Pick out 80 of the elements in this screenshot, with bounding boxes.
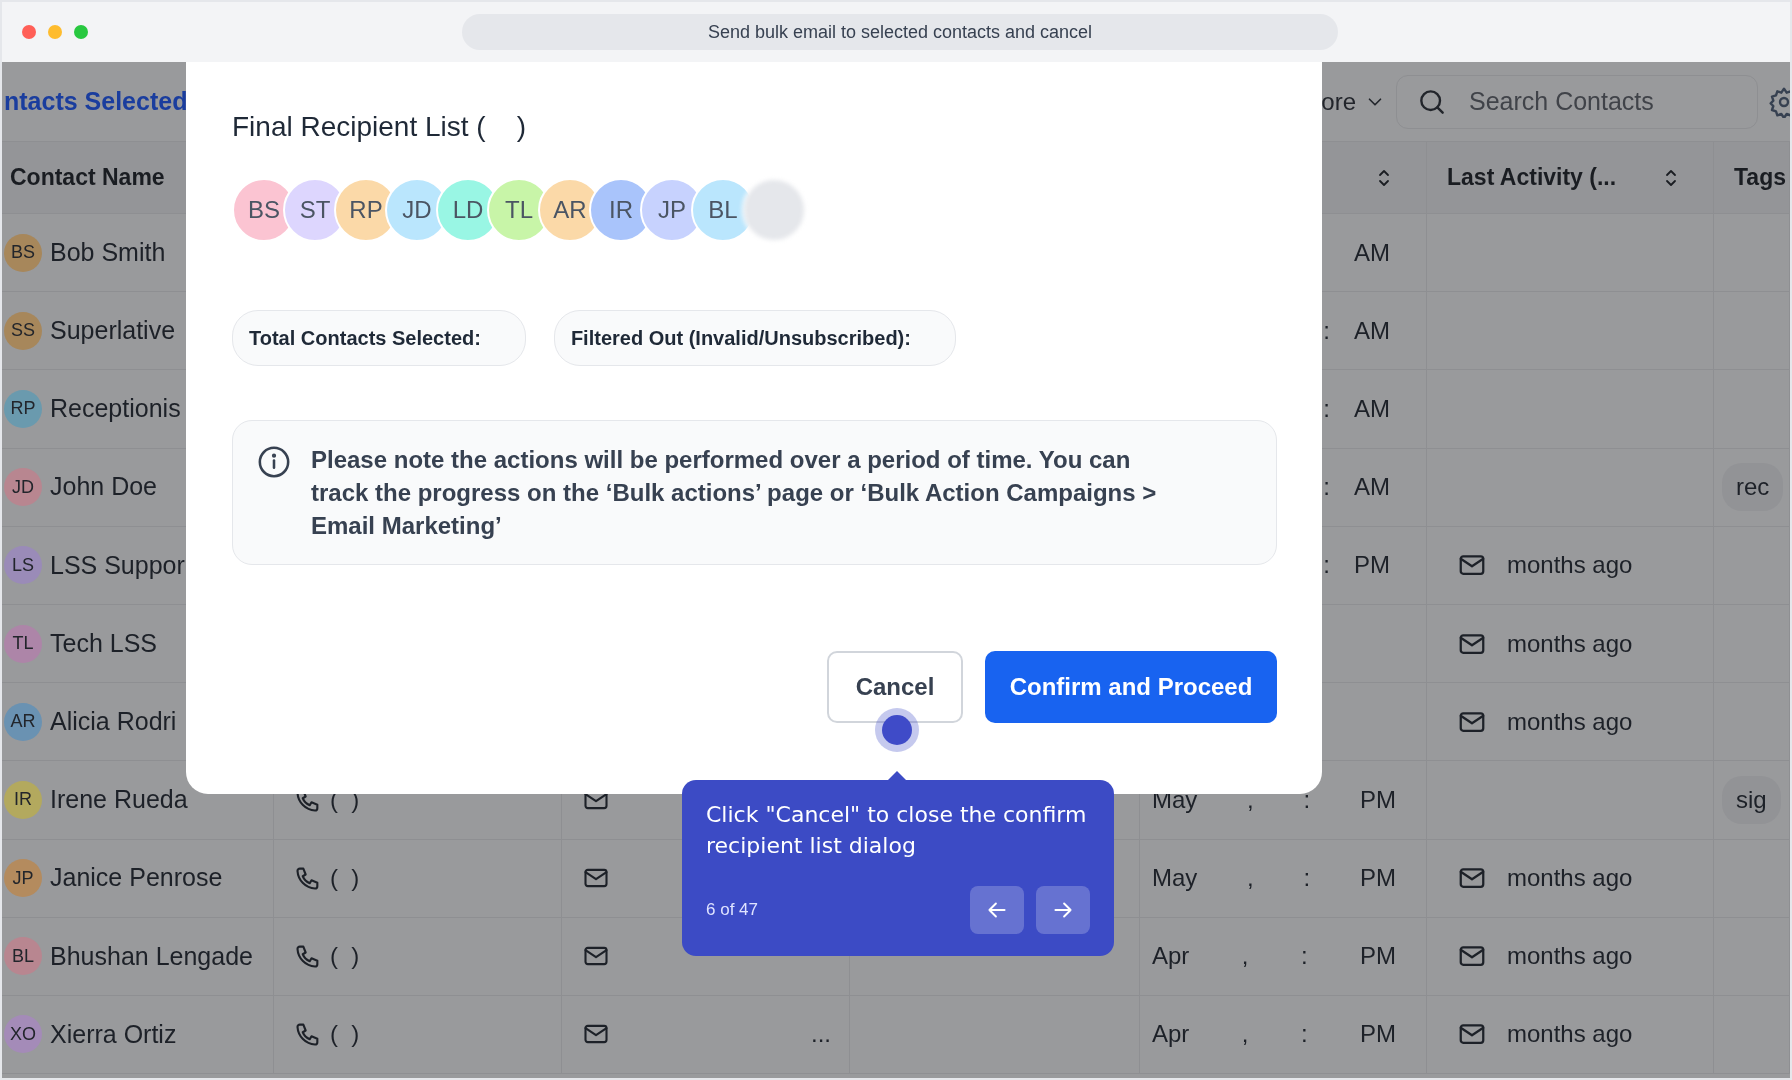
date-text: , xyxy=(1247,863,1254,894)
date-text: AM xyxy=(1354,237,1390,268)
date-text: : xyxy=(1303,863,1311,894)
date-text: : xyxy=(1323,472,1330,503)
last-activity-text: months ago xyxy=(1507,941,1633,972)
date-text: PM xyxy=(1354,550,1390,581)
settings-icon xyxy=(1768,85,1790,118)
contact-name[interactable]: Irene Rueda xyxy=(50,781,188,819)
date-text: , xyxy=(1247,784,1254,815)
last-activity-text: months ago xyxy=(1507,628,1633,659)
date-text: : xyxy=(1323,393,1330,424)
contact-name[interactable]: Xierra Ortiz xyxy=(50,1015,177,1054)
step-counter: 6 of 47 xyxy=(706,898,758,921)
stat-pill: Filtered Out (Invalid/Unsubscribed): xyxy=(553,309,956,366)
column-header: Tags xyxy=(1734,163,1786,193)
date-text: , xyxy=(1241,941,1249,972)
maximize-button[interactable] xyxy=(74,25,88,39)
avatar: SS xyxy=(4,311,42,350)
avatar: XO xyxy=(4,1015,42,1054)
info-icon xyxy=(257,444,291,479)
date-text: : xyxy=(1323,315,1330,346)
date-text: , xyxy=(1241,1019,1249,1050)
tag: rec xyxy=(1722,463,1784,512)
contact-name[interactable]: John Doe xyxy=(50,468,158,506)
phone-number: ( ) xyxy=(330,941,360,972)
date-text: Apr xyxy=(1152,941,1190,972)
date-text: PM xyxy=(1359,1019,1396,1050)
notice-text: Please note the actions will be performed over a period of time. You can track the progress on the ‘Bulk actions’ page or ‘Bulk Action Campaigns > Email Marketing’ xyxy=(311,444,1158,541)
stat-pill: Total Contacts Selected: xyxy=(232,309,526,366)
email-ellipsis: ... xyxy=(811,1019,831,1050)
tag: sig xyxy=(1722,775,1781,824)
minimize-button[interactable] xyxy=(48,25,62,39)
phone-number: ( ) xyxy=(330,863,360,894)
last-activity-text: months ago xyxy=(1507,863,1633,894)
next-button[interactable] xyxy=(1036,885,1090,934)
last-activity-text: months ago xyxy=(1507,706,1633,737)
date-text: Apr xyxy=(1152,1019,1190,1050)
cancel-button[interactable]: Cancel xyxy=(827,650,963,723)
avatar: RP xyxy=(4,389,42,428)
date-text: AM xyxy=(1354,315,1390,346)
contact-name[interactable]: Alicia Rodri xyxy=(50,702,177,741)
last-activity-text: months ago xyxy=(1507,1019,1633,1050)
last-activity-text: months ago xyxy=(1507,550,1633,581)
search-field[interactable]: Search Contacts xyxy=(1396,74,1758,129)
date-text: May xyxy=(1152,863,1198,894)
contact-name[interactable]: Janice Penrose xyxy=(50,859,223,897)
avatar: JD xyxy=(4,468,42,507)
contacts-selected-link[interactable]: ntacts Selected xyxy=(4,82,188,121)
date-text: AM xyxy=(1354,472,1390,503)
date-text: : xyxy=(1300,941,1308,972)
date-text: : xyxy=(1303,784,1311,815)
column-header: Contact Name xyxy=(10,163,165,193)
phone-number: ( ) xyxy=(330,1019,360,1050)
avatar: BL xyxy=(4,937,42,976)
confirm-button[interactable]: Confirm and Proceed xyxy=(985,650,1277,723)
more-menu[interactable]: ore xyxy=(1321,83,1386,120)
avatar: JP xyxy=(4,859,42,898)
tooltip-text: Click "Cancel" to close the confirm recipient list dialog xyxy=(706,801,1088,860)
date-text: PM xyxy=(1360,784,1396,815)
date-text: PM xyxy=(1359,941,1396,972)
date-text: : xyxy=(1323,550,1330,581)
avatar: IR xyxy=(4,780,42,819)
avatar: BS xyxy=(4,233,42,272)
avatar: LS xyxy=(4,546,42,585)
contact-name[interactable]: Receptionis xyxy=(50,390,181,428)
contact-name[interactable]: Bhushan Lengade xyxy=(50,937,253,976)
date-text: : xyxy=(1300,1019,1308,1050)
close-button[interactable] xyxy=(22,25,36,39)
contact-name[interactable]: LSS Suppor xyxy=(50,546,185,585)
avatar: AR xyxy=(4,702,42,741)
contact-name[interactable]: Tech LSS xyxy=(50,624,157,663)
window-title: Send bulk email to selected contacts and cancel xyxy=(462,14,1338,50)
dialog-title: Final Recipient List ( ) xyxy=(232,110,528,144)
date-text: AM xyxy=(1354,393,1390,424)
contact-name[interactable]: Superlative xyxy=(50,312,176,350)
previous-button[interactable] xyxy=(970,885,1024,934)
contact-name[interactable]: Bob Smith xyxy=(50,233,166,272)
avatar: TL xyxy=(4,624,42,663)
column-header: Last Activity (... xyxy=(1447,163,1617,193)
date-text: PM xyxy=(1360,863,1396,894)
